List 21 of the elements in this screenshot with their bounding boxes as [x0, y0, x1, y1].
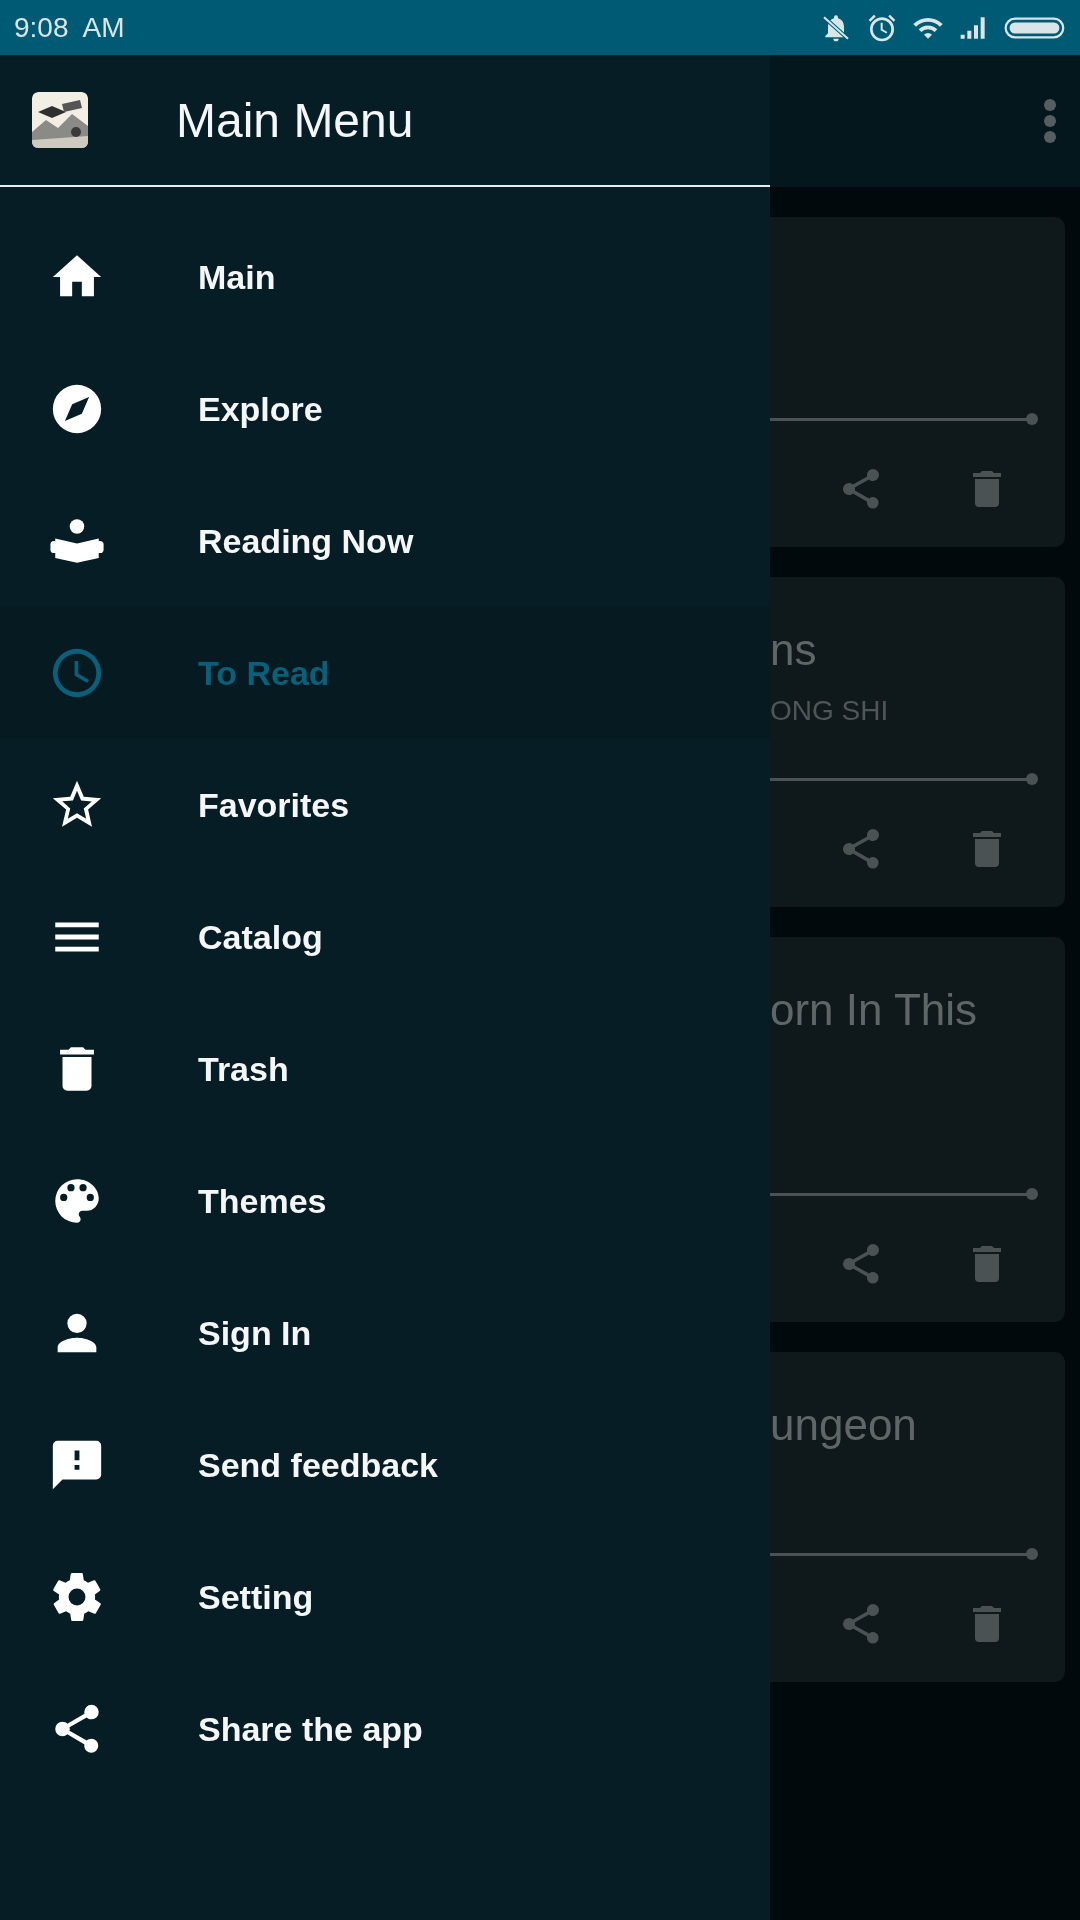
menu-item[interactable]: Share the app — [0, 1663, 770, 1795]
menu-item[interactable]: Setting — [0, 1531, 770, 1663]
menu-item[interactable]: Sign In — [0, 1267, 770, 1399]
menu-item[interactable]: Catalog — [0, 871, 770, 1003]
menu-item[interactable]: Explore — [0, 343, 770, 475]
book-author: ONG SHI — [770, 695, 889, 726]
book-title: ns — [770, 625, 817, 674]
progress-thumb[interactable] — [1026, 413, 1038, 425]
status-time: 9:08 AM — [14, 11, 126, 44]
menu-item[interactable]: Trash — [0, 1003, 770, 1135]
progress-thumb[interactable] — [1026, 1188, 1038, 1200]
book-title: orn In This — [770, 985, 978, 1034]
menu-item[interactable]: Main — [0, 211, 770, 343]
progress-thumb[interactable] — [1026, 1548, 1038, 1560]
menu-item[interactable]: Themes — [0, 1135, 770, 1267]
book-title: ungeon — [770, 1400, 917, 1449]
progress-thumb[interactable] — [1026, 773, 1038, 785]
menu-item[interactable]: Favorites — [0, 739, 770, 871]
menu-item[interactable]: Send feedback — [0, 1399, 770, 1531]
menu-item[interactable]: Reading Now — [0, 475, 770, 607]
drawer-title: Main Menu — [176, 92, 414, 148]
